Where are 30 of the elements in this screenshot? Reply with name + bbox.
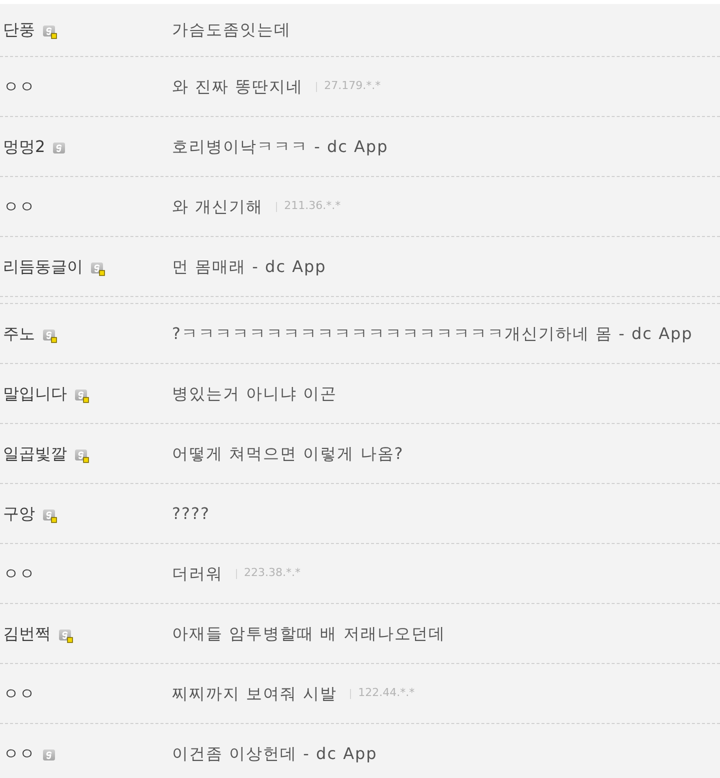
nickname: ㅇㅇ	[3, 682, 35, 704]
comment-text: 이건좀 이상헌데 - dc App	[172, 742, 378, 764]
nickname: 리듬동글이	[3, 256, 83, 278]
comment-text: 호리병이낙ㅋㅋㅋ - dc App	[172, 136, 388, 158]
ip-address: 223.38.*.*	[244, 565, 300, 582]
comment-text: 더러워	[172, 562, 223, 584]
nickname: 일곱빛깔	[3, 442, 67, 464]
comment-text: 먼 몸매래 - dc App	[172, 256, 326, 278]
comment-text: 가슴도좀잇는데	[172, 19, 291, 41]
comment-text: ????	[172, 502, 210, 524]
ip-address: 211.36.*.*	[284, 198, 341, 214]
comment-text: ?ㅋㅋㅋㅋㅋㅋㅋㅋㅋㅋㅋㅋㅋㅋㅋㅋㅋㅋㅋ개신기하네 몸 - dc App	[172, 322, 693, 344]
ip-address: 122.44.*.*	[358, 685, 415, 702]
nickname: ㅇㅇ	[3, 742, 35, 764]
comment-text: 와 진짜 똥딴지네	[172, 76, 304, 98]
nickname: ㅇㅇ	[3, 562, 35, 584]
comment-text: 아재들 암투병할때 배 저래나오던데	[172, 622, 446, 644]
comment-text: 어떻게 쳐먹으면 이렇게 나옴?	[172, 442, 404, 464]
nickname: 말입니다	[3, 382, 67, 404]
nickname: ㅇㅇ	[3, 196, 35, 218]
nickname: ㅇㅇ	[3, 76, 35, 98]
nickname: 단풍	[3, 19, 35, 41]
nickname: 멍멍2	[3, 136, 46, 158]
comment-text: 찌찌까지 보여줘 시발	[172, 682, 338, 704]
comment-text: 와 개신기해	[172, 196, 264, 218]
nickname: 구앙	[3, 502, 35, 524]
ip-address: 27.179.*.*	[324, 78, 381, 94]
nickname: 주노	[3, 322, 35, 344]
comment-text: 병있는거 아니냐 이곤	[172, 382, 338, 404]
nickname: 김번쩍	[3, 622, 51, 644]
